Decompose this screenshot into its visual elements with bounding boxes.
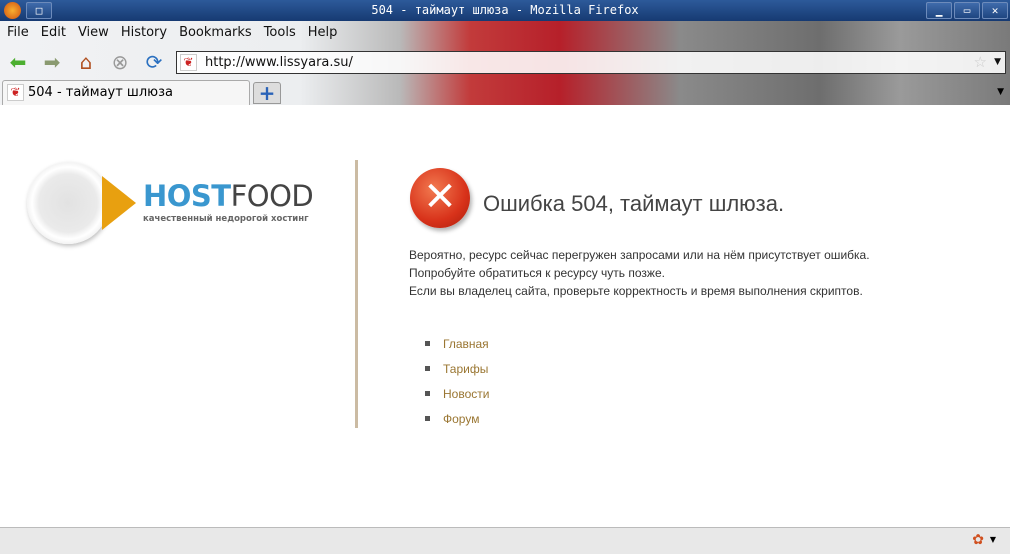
error-line: Вероятно, ресурс сейчас перегружен запро… [409,248,870,262]
window-menu-button[interactable]: □ [26,2,52,19]
home-icon[interactable]: ⌂ [74,50,98,74]
addon-icon[interactable]: ✿ [972,532,984,548]
url-bar[interactable]: ❦ http://www.lissyara.su/ ☆ ▼ [176,51,1006,74]
window-title: 504 - таймаут шлюза - Mozilla Firefox [371,3,639,17]
list-item: Тарифы [425,356,489,381]
link-news[interactable]: Новости [443,385,489,403]
bullet [425,341,430,346]
list-item: Новости [425,381,489,406]
logo-brand[interactable]: HOSTFOOD [143,179,314,213]
maximize-button[interactable]: ▭ [954,2,980,19]
error-icon: ✕ [410,168,470,228]
menu-edit[interactable]: Edit [35,23,72,43]
link-forum[interactable]: Форум [443,410,479,428]
brand-host: HOST [143,179,231,213]
menu-help[interactable]: Help [302,23,344,43]
logo-tagline: качественный недорогой хостинг [143,214,309,224]
firefox-icon[interactable] [4,2,21,19]
reload-icon[interactable]: ⟳ [142,50,166,74]
bookmark-star-icon[interactable]: ☆ [974,52,987,73]
brand-food: FOOD [230,179,314,213]
site-favicon: ❦ [180,54,197,71]
list-item: Главная [425,331,489,356]
forward-icon[interactable]: ➡ [40,50,64,74]
addon-dropdown-icon[interactable]: ▼ [990,535,996,544]
menu-file[interactable]: File [0,23,35,43]
link-home[interactable]: Главная [443,335,489,353]
link-tariffs[interactable]: Тарифы [443,360,488,378]
logo-napkin-image [102,176,136,230]
menu-bookmarks[interactable]: Bookmarks [173,23,258,43]
browser-chrome: File Edit View History Bookmarks Tools H… [0,21,1010,105]
back-icon[interactable]: ⬅ [6,50,30,74]
tab-label: 504 - таймаут шлюза [28,85,173,100]
error-line: Если вы владелец сайта, проверьте коррек… [409,284,863,298]
bullet [425,391,430,396]
tab-active[interactable]: ❦ 504 - таймаут шлюза [2,80,250,105]
divider [355,160,358,428]
page-content [0,105,1010,527]
minimize-button[interactable]: ▁ [926,2,952,19]
close-button[interactable]: ✕ [982,2,1008,19]
menu-history[interactable]: History [115,23,173,43]
menu-tools[interactable]: Tools [258,23,302,43]
url-text: http://www.lissyara.su/ [205,55,353,70]
menu-bar: File Edit View History Bookmarks Tools H… [0,23,343,43]
error-heading: Ошибка 504, таймаут шлюза. [483,191,785,216]
menu-view[interactable]: View [72,23,115,43]
title-bar: □ 504 - таймаут шлюза - Mozilla Firefox … [0,0,1010,21]
url-dropdown-icon[interactable]: ▼ [994,52,1001,73]
tab-favicon: ❦ [7,84,24,101]
error-line: Попробуйте обратиться к ресурсу чуть поз… [409,266,665,280]
bullet [425,366,430,371]
new-tab-button[interactable]: + [253,82,281,104]
error-description: Вероятно, ресурс сейчас перегружен запро… [409,246,870,300]
status-bar: ✿ ▼ [0,527,1010,554]
bullet [425,416,430,421]
tab-list-icon[interactable]: ▼ [997,87,1004,97]
list-item: Форум [425,406,489,431]
logo-plate-image [27,162,109,244]
site-links: Главная Тарифы Новости Форум [425,331,489,431]
stop-icon[interactable]: ⊗ [108,50,132,74]
